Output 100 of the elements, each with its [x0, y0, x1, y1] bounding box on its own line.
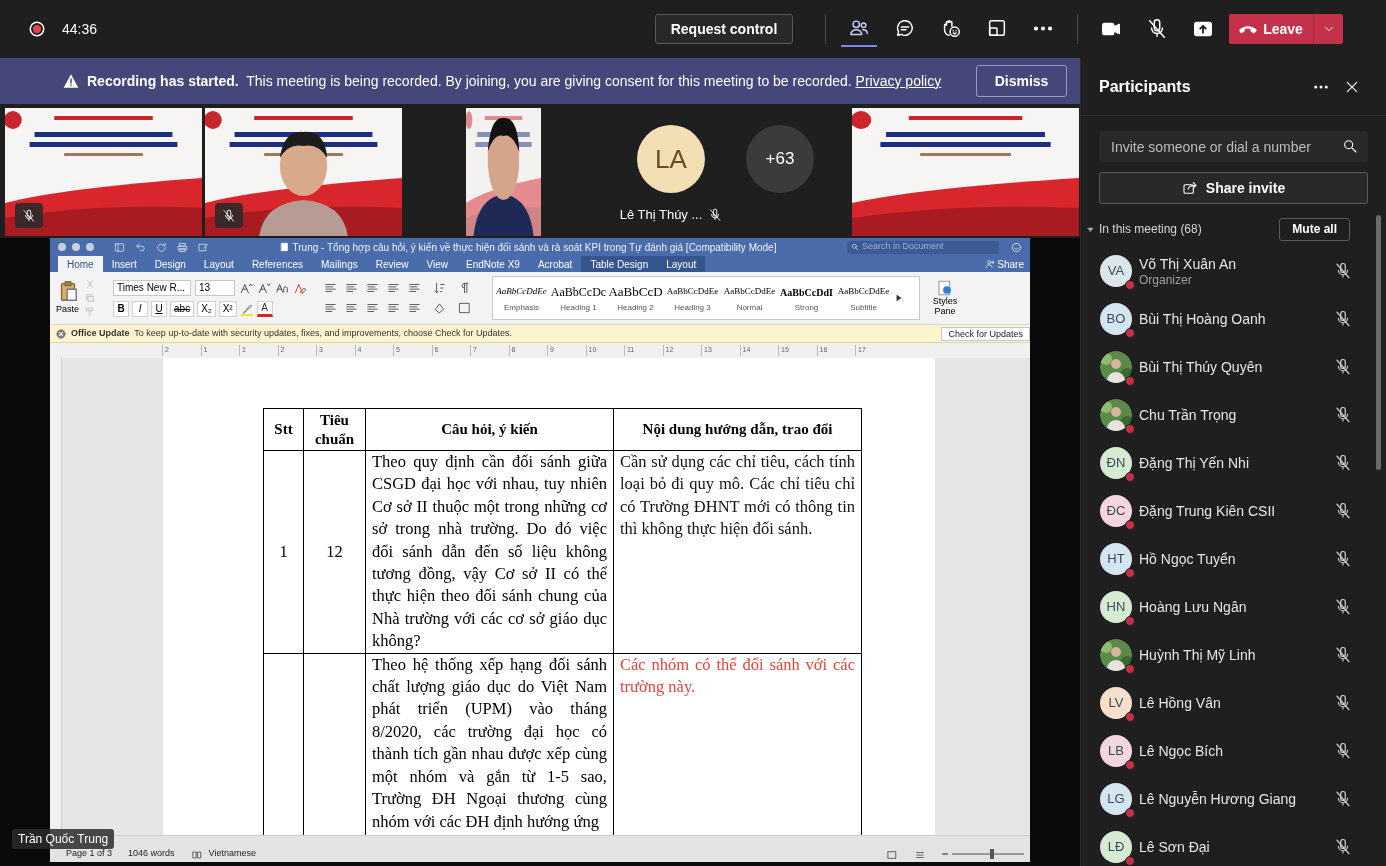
sidebar-icon[interactable]	[114, 241, 125, 253]
participant-name: Bùi Thị Hoàng Oanh	[1139, 310, 1266, 328]
share-invite-button[interactable]: Share invite	[1099, 172, 1368, 204]
style-option[interactable]: AaBbCcDdEe Subtitle	[835, 282, 892, 314]
style-option[interactable]: AaBbCcDdEe Heading 3	[664, 282, 721, 314]
style-option[interactable]: AaBbCcDdEe Emphasis	[493, 282, 550, 314]
section-toggle[interactable]: In this meeting (68)	[1087, 220, 1202, 238]
participant-name: Lê Nguyễn Hương Giang	[1139, 790, 1297, 808]
ribbon-tab[interactable]: Design	[145, 256, 195, 272]
ribbon-tab[interactable]: Review	[366, 256, 418, 272]
ribbon-tab[interactable]: View	[417, 256, 457, 272]
shading-icon[interactable]	[432, 301, 447, 315]
avatar: LV	[1100, 687, 1132, 719]
mic-off-icon[interactable]	[1334, 358, 1352, 376]
print-layout-icon[interactable]	[886, 850, 898, 860]
share-button[interactable]: Share	[979, 256, 1030, 272]
scrollbar[interactable]	[1376, 215, 1381, 470]
bullets-icon[interactable]	[323, 281, 338, 295]
paste-button[interactable]: Paste	[56, 279, 79, 317]
font-size-dropdown[interactable]: 13	[195, 279, 235, 296]
ribbon-tab[interactable]: References	[242, 256, 312, 272]
participant-name: Hồ Ngọc Tuyển	[1139, 550, 1236, 568]
sort-icon[interactable]	[432, 281, 447, 295]
styles-gallery[interactable]: AaBbCcDdEe Emphasis AaBbCcDc Heading 1 AaBbCcD Heading 2 AaBbCcDdEe Heading 3 AaBbCcDdEe Normal AaBbCcDdI Strong AaBbCcDdEe Subtitle	[492, 276, 920, 320]
mic-off-icon[interactable]	[1334, 310, 1352, 328]
redo-icon[interactable]	[156, 241, 167, 253]
mic-off-icon[interactable]	[1334, 262, 1352, 280]
zoom-slider-thumb[interactable]	[989, 849, 994, 859]
mic-off-icon[interactable]	[1334, 550, 1352, 568]
search-icon[interactable]	[1342, 138, 1358, 154]
search-icon	[851, 243, 859, 251]
line-spacing-icon[interactable]	[407, 301, 422, 315]
caret-down-icon	[1087, 225, 1094, 233]
avatar: HT	[1100, 543, 1132, 575]
participant-name: Chu Trần Trọng	[1139, 406, 1237, 424]
ribbon-tab[interactable]: Acrobat	[528, 256, 582, 272]
mic-off-icon[interactable]	[1334, 454, 1352, 472]
format-button[interactable]: B	[113, 300, 129, 317]
ribbon-tab[interactable]: Layout	[194, 256, 243, 272]
ribbon-tab[interactable]: Table Design	[581, 256, 658, 272]
justify-icon[interactable]	[386, 301, 401, 315]
style-option[interactable]: AaBbCcDdEe Normal	[721, 282, 778, 314]
align-left-icon[interactable]	[323, 301, 338, 315]
edit-icon[interactable]	[198, 241, 209, 253]
mic-off-icon[interactable]	[1334, 646, 1352, 664]
style-option[interactable]: AaBbCcDdI Strong	[778, 282, 835, 314]
print-icon[interactable]	[177, 241, 188, 253]
mic-off-icon[interactable]	[1334, 742, 1352, 760]
format-button[interactable]: abc	[170, 300, 195, 317]
ribbon-tab[interactable]: Mailings	[312, 256, 367, 272]
mic-off-icon[interactable]	[1334, 694, 1352, 712]
privacy-policy-link[interactable]: Privacy policy	[855, 72, 942, 89]
decrease-indent-icon[interactable]	[386, 281, 401, 295]
status-text: 1046 words	[128, 846, 175, 860]
mic-off-icon[interactable]	[1334, 838, 1352, 856]
undo-icon[interactable]	[135, 241, 146, 253]
styles-pane-button[interactable]: Styles Pane	[930, 280, 960, 316]
format-button[interactable]: X₂	[197, 300, 216, 317]
participant-name: Huỳnh Thị Mỹ Linh	[1139, 646, 1256, 664]
dismiss-button[interactable]: Dismiss	[976, 65, 1067, 97]
window-zoom-button[interactable]	[86, 243, 94, 251]
increase-indent-icon[interactable]	[407, 281, 422, 295]
grow-font-icon[interactable]	[239, 280, 253, 295]
mic-off-icon[interactable]	[1334, 406, 1352, 424]
format-button[interactable]: I	[132, 300, 148, 317]
gallery-arrow-icon[interactable]	[895, 293, 903, 303]
web-layout-icon[interactable]	[914, 850, 926, 860]
window-minimize-button[interactable]	[72, 243, 80, 251]
column-header: Stt	[263, 408, 304, 451]
ribbon-tab[interactable]: Layout	[657, 256, 706, 272]
numbering-icon[interactable]	[344, 281, 359, 295]
check-for-updates-button[interactable]: Check for Updates	[941, 326, 1030, 341]
ribbon-tab[interactable]: EndNote X9	[457, 256, 529, 272]
window-close-button[interactable]	[58, 243, 66, 251]
align-right-icon[interactable]	[365, 301, 380, 315]
multilevel-list-icon[interactable]	[365, 281, 380, 295]
more-participants-button[interactable]: +63	[746, 125, 814, 193]
mic-off-icon[interactable]	[1334, 598, 1352, 616]
mic-off-icon[interactable]	[1334, 502, 1352, 520]
phone-icon	[1239, 24, 1258, 34]
borders-icon[interactable]	[457, 301, 472, 315]
shrink-font-icon[interactable]	[257, 280, 271, 295]
style-option[interactable]: AaBbCcD Heading 2	[607, 282, 664, 314]
mic-off-icon[interactable]	[1334, 790, 1352, 808]
style-option[interactable]: AaBbCcDc Heading 1	[550, 282, 607, 314]
format-button[interactable]: X²	[218, 300, 237, 317]
ribbon-tab[interactable]: Insert	[102, 256, 146, 272]
format-button[interactable]: U	[151, 300, 167, 317]
dismiss-update-icon[interactable]	[56, 328, 66, 339]
smiley-icon[interactable]	[1011, 241, 1022, 253]
font-dropdown[interactable]: Times New R...	[113, 279, 191, 296]
proofing-icon[interactable]	[190, 850, 203, 860]
highlighter-icon[interactable]	[239, 301, 254, 316]
invite-field[interactable]: Invite someone or dial a number	[1099, 131, 1368, 162]
ribbon-tab[interactable]: Home	[58, 256, 103, 272]
font-color-button[interactable]: A	[256, 300, 273, 317]
mic-off-icon	[1146, 18, 1168, 40]
mute-all-button[interactable]: Mute all	[1279, 217, 1350, 241]
request-control-button[interactable]: Request control	[655, 14, 793, 44]
center-icon[interactable]	[344, 301, 359, 315]
